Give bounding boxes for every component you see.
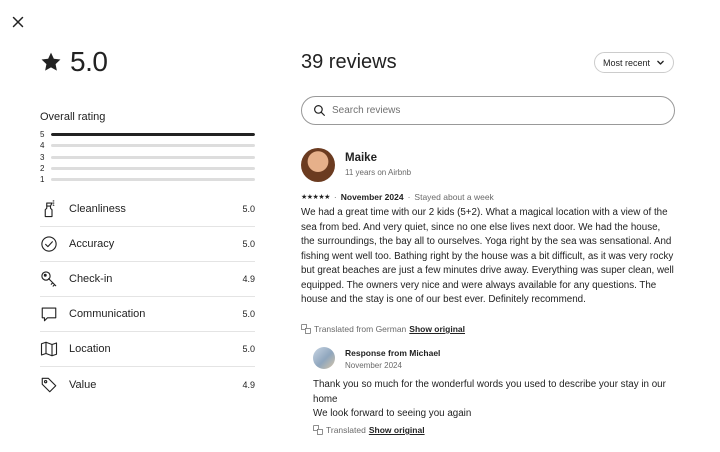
translation-note: Translated from German Show original — [301, 324, 465, 334]
rating-bar-label: 2 — [40, 164, 45, 174]
category-value: 5.0 — [242, 239, 255, 249]
category-row-communication: Communication 5.0 — [40, 297, 255, 332]
category-name: Check-in — [69, 273, 113, 285]
search-bar[interactable] — [301, 96, 675, 125]
category-value: 4.9 — [242, 274, 255, 284]
reviewer-tenure: 11 years on Airbnb — [345, 168, 412, 177]
response-body: Thank you so much for the wonderful word… — [313, 378, 678, 422]
reviews-count-title: 39 reviews — [301, 51, 397, 73]
search-input[interactable] — [332, 105, 632, 116]
map-icon — [40, 340, 58, 358]
category-value: 5.0 — [242, 204, 255, 214]
category-name: Value — [69, 378, 97, 391]
category-value: 4.9 — [242, 379, 255, 390]
category-row-check-in: Check-in 4.9 — [40, 262, 255, 297]
rating-bar-row: 5 — [40, 129, 255, 140]
overall-rating-label: Overall rating — [40, 111, 106, 123]
rating-bar-row: 2 — [40, 163, 255, 174]
tag-icon — [40, 376, 58, 394]
rating-bar-label: 5 — [40, 130, 45, 140]
category-row-location: Location 5.0 — [40, 332, 255, 367]
category-name: Cleanliness — [69, 203, 126, 215]
category-name: Location — [69, 343, 111, 355]
sort-dropdown[interactable]: Most recent — [594, 52, 674, 73]
response-line: We look forward to seeing you again — [313, 408, 472, 419]
spray-bottle-icon — [40, 200, 58, 218]
show-original-link[interactable]: Show original — [409, 324, 465, 334]
rating-bar-track — [51, 133, 255, 137]
star-icon — [41, 52, 61, 71]
category-name: Communication — [69, 308, 146, 320]
search-icon — [314, 105, 325, 116]
rating-bar-row: 1 — [40, 174, 255, 185]
rating-bar-row: 4 — [40, 140, 255, 151]
rating-bar-label: 4 — [40, 141, 45, 151]
host-avatar[interactable] — [313, 347, 335, 369]
meta-separator: · — [407, 192, 411, 202]
response-date: November 2024 — [345, 361, 402, 370]
rating-bar-row: 3 — [40, 152, 255, 163]
sort-label: Most recent — [602, 57, 651, 68]
translate-icon — [313, 425, 323, 435]
rating-bar-track — [51, 178, 255, 182]
review-stars: ★★★★★ — [301, 194, 330, 201]
translate-icon — [301, 324, 311, 334]
show-original-link[interactable]: Show original — [369, 425, 425, 435]
category-value: 5.0 — [242, 344, 255, 354]
overall-score: 5.0 — [40, 46, 108, 78]
translation-label: Translated — [326, 425, 366, 435]
check-circle-icon — [40, 235, 58, 253]
meta-separator: · — [333, 192, 337, 202]
category-row-value: Value 4.9 — [40, 367, 255, 402]
reviewer-avatar[interactable] — [301, 148, 335, 182]
key-icon — [40, 270, 58, 288]
category-value: 5.0 — [242, 309, 255, 319]
rating-bar-label: 3 — [40, 152, 45, 162]
response-line: Thank you so much for the wonderful word… — [313, 379, 666, 405]
category-name: Accuracy — [69, 238, 115, 250]
rating-bar-track — [51, 155, 255, 159]
stay-duration: Stayed about a week — [414, 192, 494, 202]
review-meta: ★★★★★ · November 2024 · Stayed about a w… — [301, 192, 494, 202]
review-body: We had a great time with our 2 kids (5+2… — [301, 207, 674, 305]
review-date: November 2024 — [340, 192, 404, 202]
rating-bar-track — [51, 144, 255, 148]
rating-distribution: 543 21 — [40, 129, 255, 185]
rating-bar-fill — [51, 133, 255, 137]
response-translation-note: Translated Show original — [313, 425, 425, 435]
category-row-cleanliness: Cleanliness 5.0 — [40, 192, 255, 227]
chat-bubble-icon — [40, 305, 58, 323]
close-icon — [12, 16, 24, 28]
category-ratings: Cleanliness 5.0 Accuracy 5.0 Check-in 4.… — [40, 192, 255, 402]
reviewer-name: Maike — [345, 152, 377, 164]
category-row-accuracy: Accuracy 5.0 — [40, 227, 255, 262]
rating-bar-label: 1 — [40, 175, 45, 185]
rating-bar-track — [51, 167, 255, 171]
overall-score-value: 5.0 — [70, 46, 108, 77]
translation-label: Translated from German — [314, 324, 407, 334]
response-title: Response from Michael — [345, 348, 441, 358]
close-button[interactable] — [10, 14, 26, 30]
chevron-down-icon — [657, 60, 664, 65]
